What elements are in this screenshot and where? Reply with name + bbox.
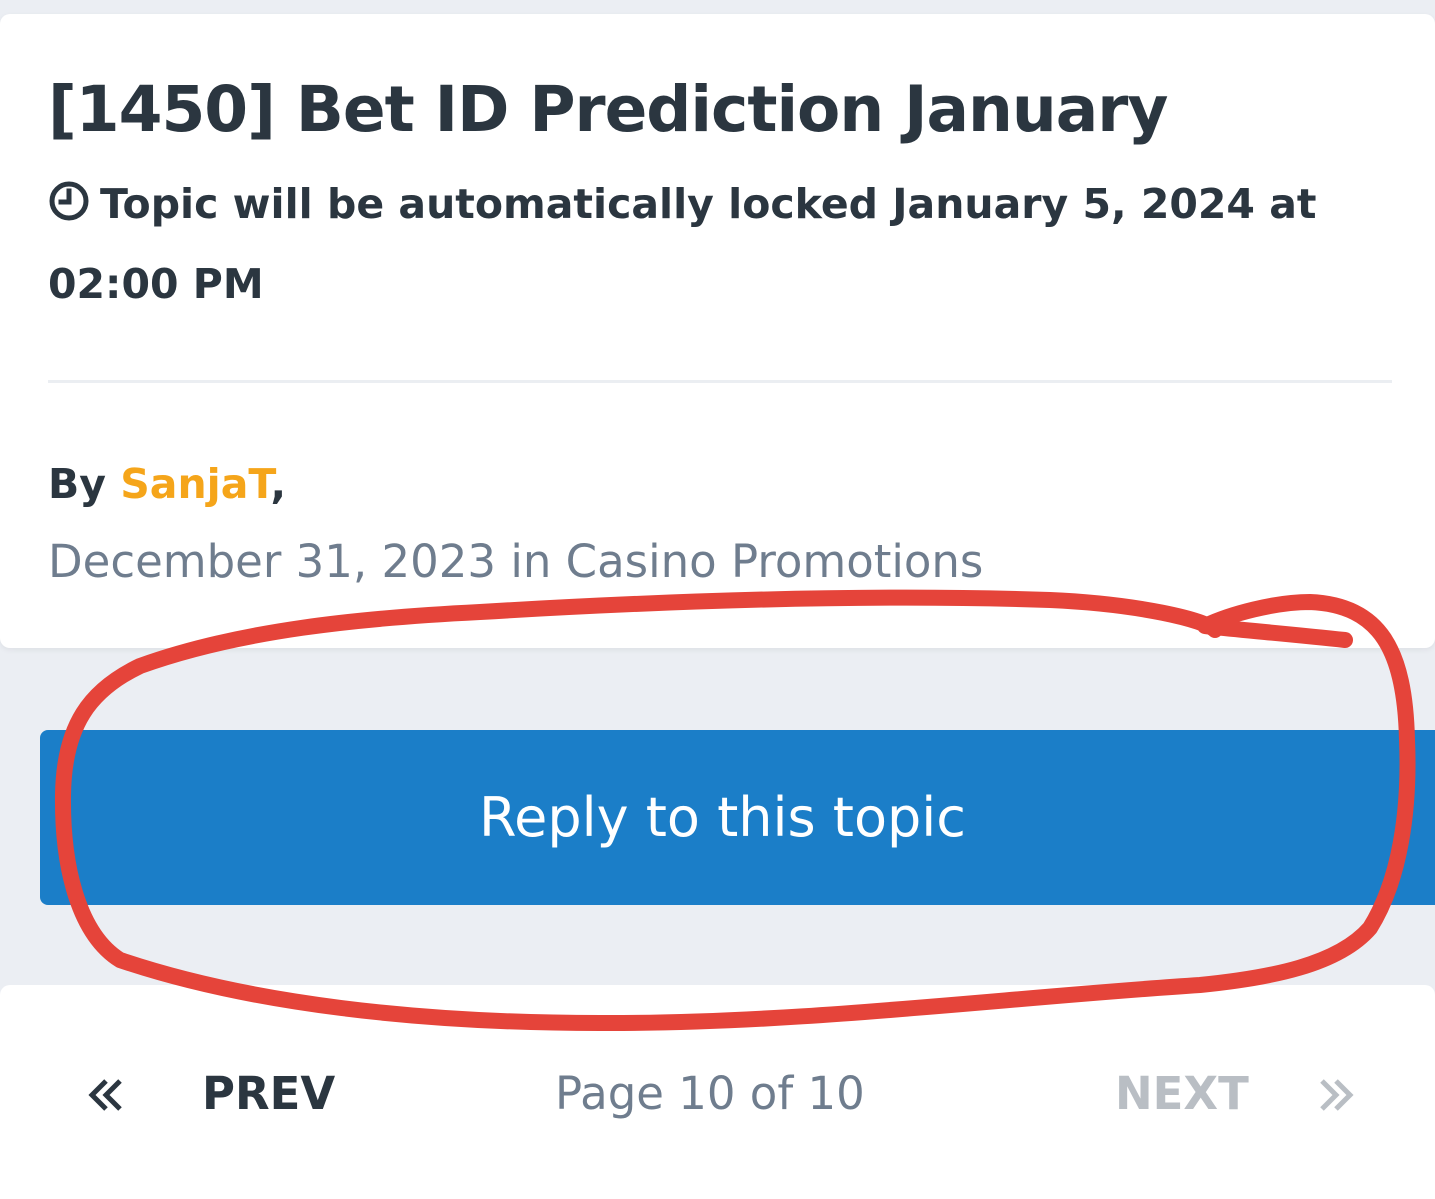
author-link[interactable]: SanjaT xyxy=(120,460,270,508)
double-chevron-left-icon[interactable] xyxy=(86,1060,126,1130)
by-label: By xyxy=(48,460,106,508)
double-chevron-right-icon[interactable] xyxy=(1316,1060,1356,1130)
next-button[interactable]: NEXT xyxy=(1115,1062,1249,1126)
clock-icon xyxy=(49,181,89,221)
page-title: [1450] Bet ID Prediction January xyxy=(48,73,1168,146)
lock-notice: Topic will be automatically locked Janua… xyxy=(48,164,1408,324)
reply-button[interactable]: Reply to this topic xyxy=(40,730,1435,905)
byline: By SanjaT, xyxy=(48,452,286,516)
divider xyxy=(48,380,1392,383)
prev-button[interactable]: PREV xyxy=(202,1062,335,1126)
topic-meta: December 31, 2023 in Casino Promotions xyxy=(48,535,984,588)
author-suffix: , xyxy=(270,460,287,508)
page-indicator: Page 10 of 10 xyxy=(555,1067,865,1120)
lock-notice-text: Topic will be automatically locked Janua… xyxy=(48,180,1317,308)
reply-button-label: Reply to this topic xyxy=(479,786,966,849)
